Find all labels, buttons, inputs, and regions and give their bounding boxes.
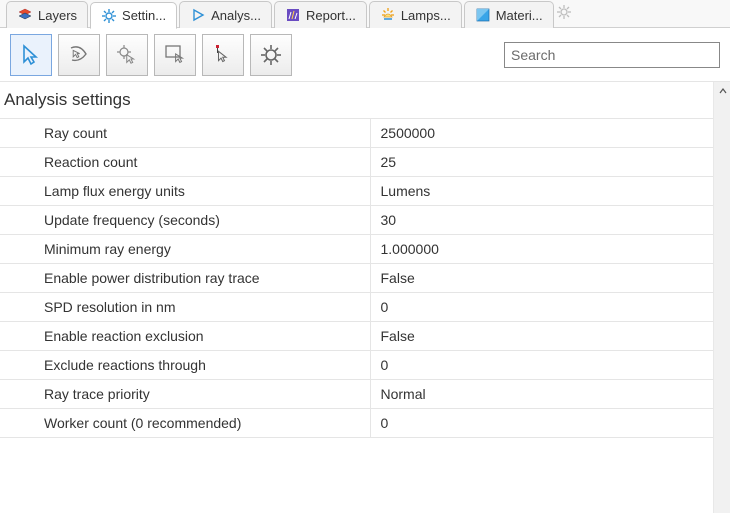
tool-select-rect[interactable] [154, 34, 196, 76]
search-input[interactable] [504, 42, 720, 68]
tab-label: Layers [38, 8, 77, 23]
tool-select-curve[interactable] [58, 34, 100, 76]
setting-label: SPD resolution in nm [0, 293, 370, 322]
report-icon [285, 7, 301, 23]
setting-value[interactable]: 0 [370, 293, 713, 322]
settings-row[interactable]: Enable power distribution ray traceFalse [0, 264, 713, 293]
settings-row[interactable]: Ray trace priorityNormal [0, 380, 713, 409]
tab-lamps[interactable]: Lamps... [369, 1, 462, 28]
settings-row[interactable]: Worker count (0 recommended)0 [0, 409, 713, 438]
tab-label: Lamps... [401, 8, 451, 23]
setting-label: Exclude reactions through [0, 351, 370, 380]
tab-overflow-gear-icon[interactable] [556, 4, 572, 23]
tab-bar: Layers Settin... Analys... [0, 0, 730, 28]
tab-label: Analys... [211, 8, 261, 23]
tab-label: Report... [306, 8, 356, 23]
setting-value[interactable]: 0 [370, 351, 713, 380]
setting-label: Worker count (0 recommended) [0, 409, 370, 438]
settings-row[interactable]: Reaction count25 [0, 148, 713, 177]
settings-table: Ray count2500000Reaction count25Lamp flu… [0, 118, 713, 438]
setting-value[interactable]: False [370, 322, 713, 351]
tab-report[interactable]: Report... [274, 1, 367, 28]
setting-label: Reaction count [0, 148, 370, 177]
settings-row[interactable]: Ray count2500000 [0, 119, 713, 148]
setting-value[interactable]: Lumens [370, 177, 713, 206]
setting-label: Enable reaction exclusion [0, 322, 370, 351]
tab-settings[interactable]: Settin... [90, 2, 177, 29]
tab-materials[interactable]: Materi... [464, 1, 554, 28]
setting-value[interactable]: 30 [370, 206, 713, 235]
settings-row[interactable]: SPD resolution in nm0 [0, 293, 713, 322]
setting-label: Lamp flux energy units [0, 177, 370, 206]
setting-value[interactable]: 1.000000 [370, 235, 713, 264]
settings-row[interactable]: Exclude reactions through0 [0, 351, 713, 380]
settings-row[interactable]: Lamp flux energy unitsLumens [0, 177, 713, 206]
scroll-up-icon[interactable] [714, 82, 730, 99]
setting-label: Ray trace priority [0, 380, 370, 409]
setting-label: Minimum ray energy [0, 235, 370, 264]
tool-settings-gear[interactable] [250, 34, 292, 76]
tab-layers[interactable]: Layers [6, 1, 88, 28]
section-title: Analysis settings [0, 82, 713, 116]
settings-row[interactable]: Minimum ray energy1.000000 [0, 235, 713, 264]
tool-select-gear[interactable] [106, 34, 148, 76]
tab-label: Settin... [122, 8, 166, 23]
settings-row[interactable]: Enable reaction exclusionFalse [0, 322, 713, 351]
gear-icon [101, 8, 117, 24]
layers-icon [17, 7, 33, 23]
setting-label: Update frequency (seconds) [0, 206, 370, 235]
setting-value[interactable]: Normal [370, 380, 713, 409]
settings-row[interactable]: Update frequency (seconds)30 [0, 206, 713, 235]
materials-icon [475, 7, 491, 23]
tab-analysis[interactable]: Analys... [179, 1, 272, 28]
setting-value[interactable]: 2500000 [370, 119, 713, 148]
setting-value[interactable]: 25 [370, 148, 713, 177]
vertical-scrollbar[interactable] [713, 82, 730, 513]
play-icon [190, 7, 206, 23]
setting-value[interactable]: 0 [370, 409, 713, 438]
lamp-icon [380, 7, 396, 23]
tool-select-point[interactable] [202, 34, 244, 76]
setting-label: Ray count [0, 119, 370, 148]
toolbar [0, 28, 730, 82]
setting-label: Enable power distribution ray trace [0, 264, 370, 293]
tab-label: Materi... [496, 8, 543, 23]
setting-value[interactable]: False [370, 264, 713, 293]
tool-select-arrow[interactable] [10, 34, 52, 76]
